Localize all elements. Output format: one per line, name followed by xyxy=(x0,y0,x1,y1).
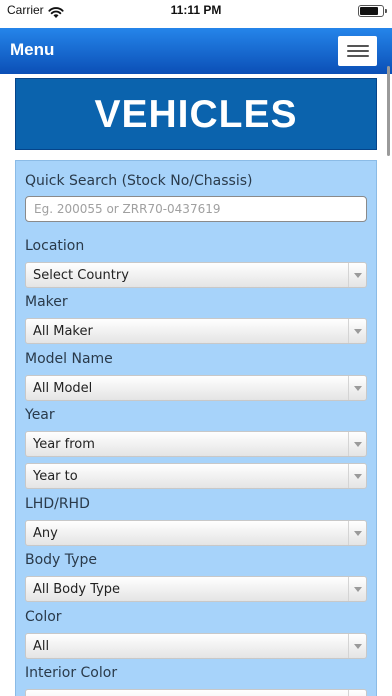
menu-title[interactable]: Menu xyxy=(10,40,54,60)
year-label: Year xyxy=(25,407,55,423)
lhd-rhd-label: LHD/RHD xyxy=(25,496,90,512)
page-banner: VEHICLES xyxy=(15,78,377,150)
lhd-rhd-select[interactable]: Any xyxy=(25,520,367,546)
vehicle-search-panel: Quick Search (Stock No/Chassis) Eg. 2000… xyxy=(15,160,377,696)
hamburger-icon xyxy=(347,45,369,47)
chevron-down-icon xyxy=(348,521,366,545)
body-type-select[interactable]: All Body Type xyxy=(25,576,367,602)
color-select-value: All xyxy=(33,639,50,654)
chevron-down-icon xyxy=(348,376,366,400)
year-to-select-value: Year to xyxy=(33,469,78,484)
clock: 11:11 PM xyxy=(170,3,222,17)
status-bar: Carrier 11:11 PM xyxy=(0,0,392,22)
year-to-select[interactable]: Year to xyxy=(25,463,367,489)
chevron-down-icon xyxy=(348,319,366,343)
year-from-select-value: Year from xyxy=(33,437,95,452)
interior-color-select[interactable] xyxy=(25,689,367,696)
color-label: Color xyxy=(25,609,62,625)
hamburger-icon xyxy=(347,50,369,52)
chevron-down-icon xyxy=(348,634,366,658)
chevron-down-icon xyxy=(348,577,366,601)
maker-select-value: All Maker xyxy=(33,324,93,339)
maker-label: Maker xyxy=(25,294,68,310)
hamburger-menu-button[interactable] xyxy=(338,36,377,66)
location-select[interactable]: Select Country xyxy=(25,262,367,288)
body-type-select-value: All Body Type xyxy=(33,582,121,597)
quick-search-label: Quick Search (Stock No/Chassis) xyxy=(25,173,253,189)
color-select[interactable]: All xyxy=(25,633,367,659)
lhd-rhd-select-value: Any xyxy=(33,526,58,541)
page-title: VEHICLES xyxy=(94,93,298,136)
location-select-value: Select Country xyxy=(33,268,129,283)
body-type-label: Body Type xyxy=(25,552,97,568)
nav-bar: Menu xyxy=(0,28,392,74)
chevron-down-icon xyxy=(348,432,366,456)
interior-color-label: Interior Color xyxy=(25,665,118,681)
model-select-value: All Model xyxy=(33,381,93,396)
chevron-down-icon xyxy=(348,464,366,488)
battery-icon xyxy=(358,5,387,17)
hamburger-icon xyxy=(347,55,369,57)
location-label: Location xyxy=(25,238,85,254)
chevron-down-icon xyxy=(348,690,366,696)
maker-select[interactable]: All Maker xyxy=(25,318,367,344)
scrollbar[interactable] xyxy=(387,66,390,156)
model-label: Model Name xyxy=(25,351,113,367)
chevron-down-icon xyxy=(348,263,366,287)
year-from-select[interactable]: Year from xyxy=(25,431,367,457)
model-select[interactable]: All Model xyxy=(25,375,367,401)
quick-search-input[interactable]: Eg. 200055 or ZRR70-0437619 xyxy=(25,196,367,222)
